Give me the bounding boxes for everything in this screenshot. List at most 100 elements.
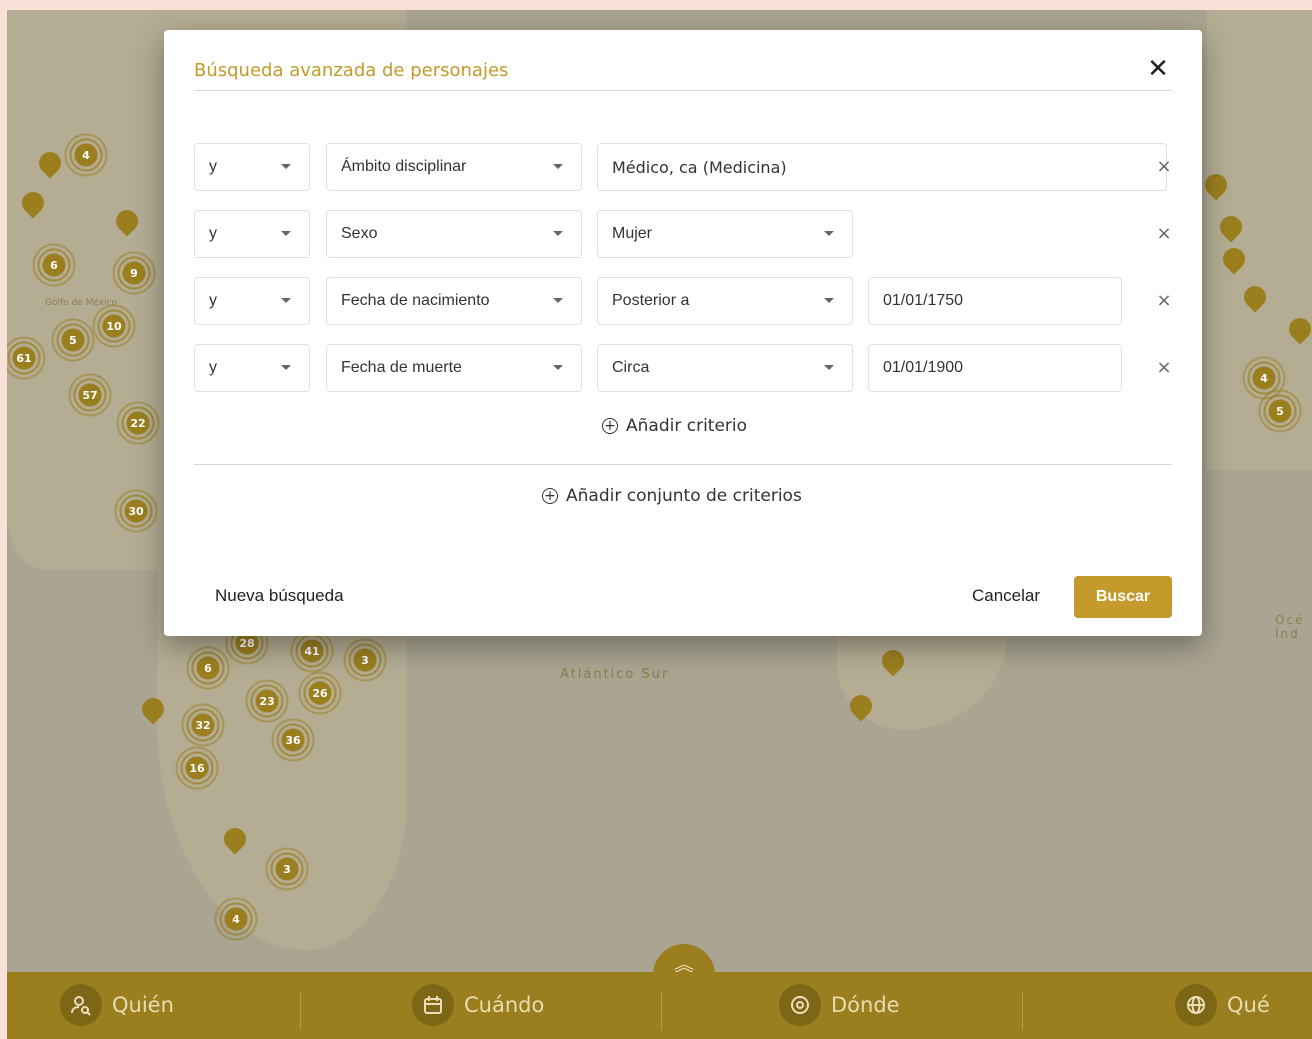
chevron-down-icon [281,231,291,236]
nav-item-donde[interactable]: Dónde [779,984,900,1026]
chevron-down-icon [281,298,291,303]
nav-label: Qué [1227,993,1270,1017]
chevron-down-icon [553,231,563,236]
cluster-count: 61 [16,351,32,365]
nav-label: Cuándo [464,993,545,1017]
calendar-icon [412,984,454,1026]
dialog-header: Búsqueda avanzada de personajes ✕ [194,54,1171,91]
map-label-indian: Océ Índ [1275,613,1305,641]
chevron-down-icon [824,298,834,303]
criterion-row: y Ámbito disciplinar Médico, ca (Medicin… [194,143,1174,193]
map-cluster[interactable]: 6 [31,242,77,288]
chevron-down-icon [824,365,834,370]
chevron-down-icon [553,365,563,370]
criterion-select[interactable]: Ámbito disciplinar [326,143,582,191]
close-icon: ✕ [1147,54,1169,84]
new-search-button[interactable]: Nueva búsqueda [215,586,344,606]
map-cluster[interactable]: 36 [270,717,316,763]
criterion-select[interactable]: Fecha de muerte [326,344,582,392]
map-cluster[interactable]: 5 [50,317,96,363]
add-criterion-button[interactable]: + Añadir criterio [602,416,747,436]
map-cluster[interactable]: 26 [297,670,343,716]
value-text: Posterior a [612,292,690,309]
date-value: 01/01/1750 [883,292,964,309]
value-input[interactable]: Médico, ca (Medicina) [597,143,1167,191]
remove-criterion-button[interactable]: × [1154,220,1174,246]
map-cluster[interactable]: 9 [111,250,157,296]
value-text: Médico, ca (Medicina) [612,157,787,177]
map-cluster[interactable]: 4 [63,132,109,178]
value-select[interactable]: Posterior a [597,277,853,325]
operator-select[interactable]: y [194,210,310,258]
map-cluster[interactable]: 16 [174,745,220,791]
map-label-atlantic-south: Atlántico Sur [560,667,670,682]
globe-icon [1175,984,1217,1026]
nav-label: Dónde [831,993,900,1017]
add-circle-icon: + [602,418,618,434]
map-cluster[interactable]: 57 [67,372,113,418]
date-input[interactable]: 01/01/1900 [868,344,1122,392]
cluster-count: 4 [1260,371,1268,385]
criterion-value: Fecha de muerte [341,359,462,376]
value-select[interactable]: Circa [597,344,853,392]
map-cluster[interactable]: 10 [91,303,137,349]
nav-label: Quién [112,993,174,1017]
cluster-count: 32 [195,718,211,732]
cluster-count: 3 [283,862,291,876]
map-cluster[interactable]: 5 [1257,388,1303,434]
cancel-button[interactable]: Cancelar [972,586,1040,606]
close-button[interactable]: ✕ [1145,54,1171,84]
bottom-nav: Quién Cuándo Dónde Qué [7,972,1312,1039]
operator-select[interactable]: y [194,143,310,191]
chevron-down-icon [824,231,834,236]
cluster-count: 6 [50,258,58,272]
nav-separator [1022,992,1023,1030]
operator-value: y [209,158,217,175]
remove-criterion-button[interactable]: × [1154,153,1174,179]
cluster-count: 23 [259,694,275,708]
cluster-count: 5 [69,333,77,347]
criterion-row: y Sexo Mujer × [194,210,1174,260]
value-select[interactable]: Mujer [597,210,853,258]
cluster-count: 28 [239,636,255,650]
add-criterion-label: Añadir criterio [626,416,748,436]
criterion-row: y Fecha de muerte Circa 01/01/1900 × [194,344,1174,394]
remove-criterion-button[interactable]: × [1154,287,1174,313]
divider [194,464,1171,465]
criterion-select[interactable]: Sexo [326,210,582,258]
map-cluster[interactable]: 4 [213,896,259,942]
cluster-count: 9 [130,266,138,280]
criterion-select[interactable]: Fecha de nacimiento [326,277,582,325]
nav-item-cuando[interactable]: Cuándo [412,984,544,1026]
operator-select[interactable]: y [194,277,310,325]
cluster-count: 22 [130,416,146,430]
chevron-down-icon [281,164,291,169]
map-cluster[interactable]: 22 [115,400,161,446]
operator-select[interactable]: y [194,344,310,392]
remove-criterion-button[interactable]: × [1154,354,1174,380]
criterion-row: y Fecha de nacimiento Posterior a 01/01/… [194,277,1174,327]
map-cluster[interactable]: 30 [113,488,159,534]
add-criteria-set-label: Añadir conjunto de criterios [566,486,802,506]
person-search-icon [60,984,102,1026]
cluster-count: 16 [189,761,205,775]
cluster-count: 57 [82,388,98,402]
chevron-down-icon [553,298,563,303]
map-cluster[interactable]: 6 [185,645,231,691]
nav-item-que[interactable]: Qué [1175,984,1270,1026]
nav-item-quien[interactable]: Quién [60,984,174,1026]
add-criteria-set-button[interactable]: + Añadir conjunto de criterios [542,486,802,506]
date-value: 01/01/1900 [883,359,964,376]
nav-separator [300,992,301,1030]
close-icon: × [1156,289,1172,311]
date-input[interactable]: 01/01/1750 [868,277,1122,325]
nav-separator [661,992,662,1030]
map-cluster[interactable]: 23 [244,678,290,724]
map-cluster[interactable]: 3 [342,637,388,683]
criterion-value: Fecha de nacimiento [341,292,490,309]
advanced-search-dialog: Búsqueda avanzada de personajes ✕ y Ámbi… [164,30,1202,636]
map-cluster[interactable]: 32 [180,702,226,748]
search-button[interactable]: Buscar [1074,576,1172,618]
chevron-down-icon [553,164,563,169]
map-cluster[interactable]: 3 [264,846,310,892]
